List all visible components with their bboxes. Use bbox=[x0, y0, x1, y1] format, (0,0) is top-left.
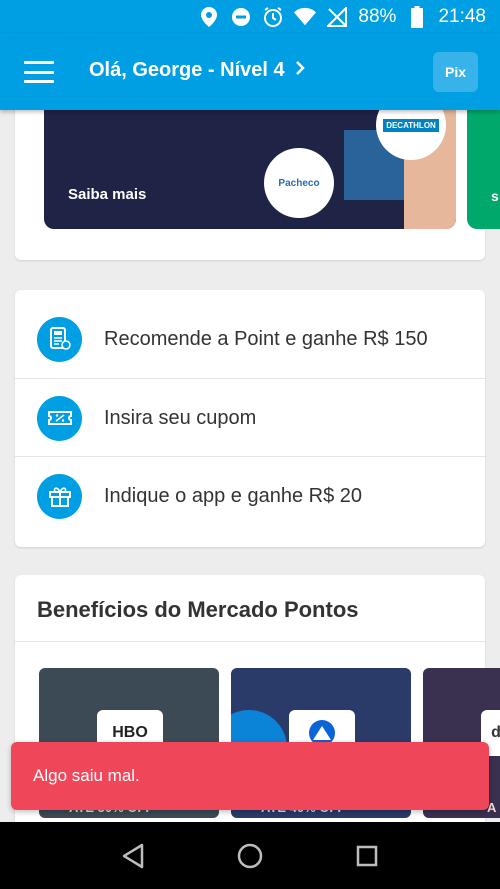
next-banner[interactable]: s bbox=[467, 90, 500, 229]
divider bbox=[15, 641, 485, 642]
back-triangle-icon bbox=[123, 843, 144, 868]
battery-icon bbox=[406, 5, 428, 28]
home-circle-icon bbox=[237, 843, 263, 868]
alarm-icon bbox=[262, 6, 284, 28]
system-nav-bar bbox=[0, 822, 500, 889]
promo-banner[interactable]: Pacheco DECATHLON Saiba mais bbox=[44, 90, 456, 229]
recents-square-icon bbox=[356, 845, 377, 866]
home-button[interactable] bbox=[230, 836, 270, 876]
benefits-title: Benefícios do Mercado Pontos bbox=[37, 597, 359, 622]
error-toast[interactable]: Algo saiu mal. bbox=[11, 742, 489, 810]
refer-app-row[interactable]: Indique o app e ganhe R$ 20 bbox=[15, 457, 485, 535]
wifi-icon bbox=[294, 6, 317, 28]
greeting-text: Olá, George - Nível 4 bbox=[89, 59, 285, 81]
do-not-disturb-icon bbox=[230, 6, 252, 28]
clock: 21:48 bbox=[438, 5, 486, 27]
recents-button[interactable] bbox=[347, 836, 387, 876]
app-header: Olá, George - Nível 4 Pix bbox=[0, 33, 500, 110]
recommend-point-row[interactable]: Recomende a Point e ganhe R$ 150 bbox=[15, 300, 485, 378]
recommend-point-label: Recomende a Point e ganhe R$ 150 bbox=[104, 327, 428, 350]
coupon-icon bbox=[37, 395, 82, 441]
profile-level-link[interactable]: Olá, George - Nível 4 bbox=[89, 59, 305, 82]
insert-coupon-label: Insira seu cupom bbox=[104, 406, 257, 429]
pacheco-logo: Pacheco bbox=[264, 148, 334, 218]
no-signal-icon bbox=[326, 6, 348, 28]
next-banner-text: s bbox=[491, 188, 499, 204]
insert-coupon-row[interactable]: Insira seu cupom bbox=[15, 379, 485, 457]
actions-card: Recomende a Point e ganhe R$ 150 Insira … bbox=[15, 290, 485, 547]
point-device-icon bbox=[37, 316, 82, 362]
pix-button[interactable]: Pix bbox=[433, 52, 478, 92]
location-icon bbox=[198, 6, 220, 28]
menu-icon[interactable] bbox=[24, 61, 54, 83]
back-button[interactable] bbox=[113, 836, 153, 876]
battery-percent: 88% bbox=[358, 5, 397, 27]
status-bar: 88% 21:48 bbox=[0, 0, 500, 33]
refer-app-label: Indique o app e ganhe R$ 20 bbox=[104, 484, 362, 507]
gift-icon bbox=[37, 473, 82, 519]
toast-message: Algo saiu mal. bbox=[33, 766, 140, 785]
banner-cta[interactable]: Saiba mais bbox=[68, 186, 146, 203]
chevron-right-icon bbox=[295, 59, 305, 82]
